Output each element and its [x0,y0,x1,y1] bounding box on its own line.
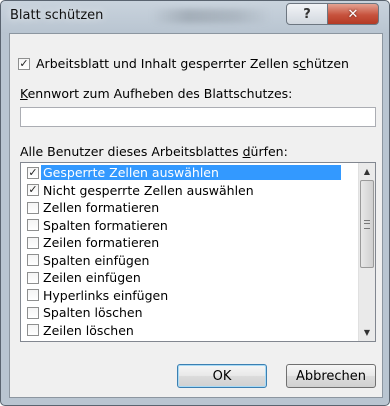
permission-label: Zeilen formatieren [43,235,160,251]
password-label: Kennwort zum Aufheben des Blattschutzes: [20,86,293,101]
listbox-scrollbar[interactable]: ▲ ▼ [358,163,375,341]
permission-item[interactable]: ✓ Nicht gesperrte Zellen auswählen [21,182,357,200]
permission-checkbox[interactable] [27,324,39,337]
permission-label: Hyperlinks einfügen [43,287,169,303]
permission-item[interactable]: Spalten formatieren [21,217,357,235]
permission-checkbox[interactable] [27,306,39,319]
permission-item[interactable]: Zeilen einfügen [21,269,357,287]
help-button[interactable]: ? [286,3,328,25]
dialog-body: ✓ Arbeitsblatt und Inhalt gesperrter Zel… [9,33,383,398]
permission-label: Zeilen löschen [43,322,134,338]
triangle-up-icon: ▲ [363,167,371,176]
permission-checkbox[interactable]: ✓ [27,184,39,197]
protect-sheet-checkbox[interactable]: ✓ [18,57,30,70]
protect-sheet-dialog: Blatt schützen ? ✕ ✓ Arbeitsblatt und In… [0,0,390,406]
permission-label: Zeilen einfügen [43,270,141,286]
permission-label: Nicht gesperrte Zellen auswählen [43,182,254,198]
scroll-up-button[interactable]: ▲ [359,163,375,180]
permission-label: Gesperrte Zellen auswählen [41,165,341,181]
permission-item[interactable]: Zeilen formatieren [21,234,357,252]
permission-item[interactable]: Spalten löschen [21,304,357,322]
dialog-title: Blatt schützen [10,8,104,23]
permission-checkbox[interactable] [27,289,39,302]
permission-label: Spalten einfügen [43,252,150,268]
permission-item[interactable]: Hyperlinks einfügen [21,287,357,305]
permission-checkbox[interactable] [27,271,39,284]
permission-checkbox[interactable]: ✓ [27,166,39,179]
permission-checkbox[interactable] [27,201,39,214]
password-input[interactable] [20,107,376,127]
permission-label: Zellen formatieren [43,200,160,216]
protect-sheet-checkbox-row[interactable]: ✓ Arbeitsblatt und Inhalt gesperrter Zel… [18,56,349,71]
close-button[interactable]: ✕ [327,3,379,25]
scroll-down-button[interactable]: ▼ [359,324,375,341]
permission-checkbox[interactable] [27,254,39,267]
protect-sheet-label: Arbeitsblatt und Inhalt gesperrter Zelle… [36,56,349,71]
ok-button[interactable]: OK [177,364,267,388]
triangle-down-icon: ▼ [363,328,371,337]
permission-item[interactable]: ✓ Gesperrte Zellen auswählen [21,164,357,182]
permission-label: Spalten formatieren [43,217,168,233]
permission-checkbox[interactable] [27,236,39,249]
permission-item[interactable]: Spalten einfügen [21,252,357,270]
title-blur [151,9,271,23]
permission-checkbox[interactable] [27,219,39,232]
permission-item[interactable]: Zellen formatieren [21,199,357,217]
scroll-thumb[interactable] [360,180,374,268]
help-icon: ? [303,6,311,22]
cancel-button[interactable]: Abbrechen [286,364,376,388]
title-bar[interactable]: Blatt schützen ? ✕ [1,1,389,33]
close-icon: ✕ [347,6,359,22]
permission-label: Spalten löschen [43,305,143,321]
permissions-label: Alle Benutzer dieses Arbeitsblattes dürf… [20,144,288,159]
permissions-listbox[interactable]: ✓ Gesperrte Zellen auswählen ✓ Nicht gesper… [20,162,376,342]
permissions-list: ✓ Gesperrte Zellen auswählen ✓ Nicht gesper… [21,164,357,339]
permission-item[interactable]: Zeilen löschen [21,322,357,340]
grip-icon [364,219,370,229]
